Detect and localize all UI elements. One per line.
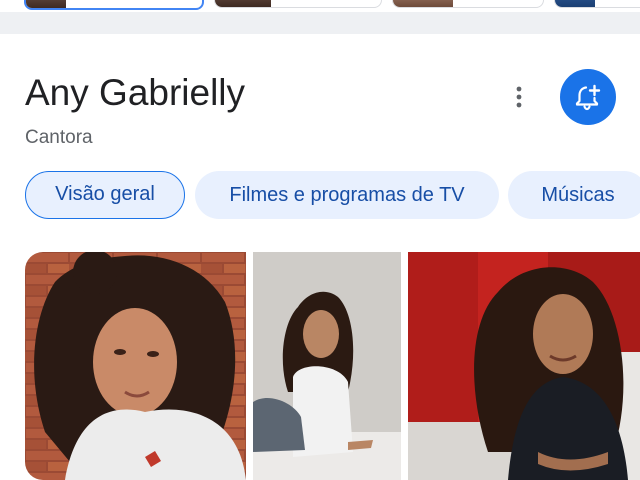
follow-notifications-button[interactable] — [560, 69, 616, 125]
previous-thumbnail[interactable] — [554, 0, 640, 8]
gallery-image-1[interactable] — [25, 252, 246, 480]
gallery-image-3[interactable] — [408, 252, 640, 480]
bell-plus-icon — [575, 84, 601, 111]
search-results-page: Any Gabrielly Cantora Visão geral Filmes… — [0, 0, 640, 480]
previous-thumbnail[interactable] — [214, 0, 382, 8]
tab-songs[interactable]: Músicas — [508, 171, 640, 219]
previous-thumbnail[interactable] — [392, 0, 544, 8]
entity-description: Cantora — [25, 127, 93, 148]
more-vert-icon — [516, 86, 522, 108]
entity-tabs: Visão geral Filmes e programas de TV Mús… — [25, 171, 640, 221]
tab-overview[interactable]: Visão geral — [25, 171, 185, 219]
more-options-button[interactable] — [504, 80, 534, 114]
gallery-image-2[interactable] — [253, 252, 401, 480]
image-gallery — [25, 252, 640, 480]
tab-movies-and-tv[interactable]: Filmes e programas de TV — [195, 171, 499, 219]
previous-thumbnails-strip — [0, 0, 640, 10]
section-divider — [0, 12, 640, 34]
knowledge-panel: Any Gabrielly Cantora Visão geral Filmes… — [0, 34, 640, 480]
entity-title: Any Gabrielly — [25, 72, 246, 113]
previous-thumbnail[interactable] — [24, 0, 204, 10]
